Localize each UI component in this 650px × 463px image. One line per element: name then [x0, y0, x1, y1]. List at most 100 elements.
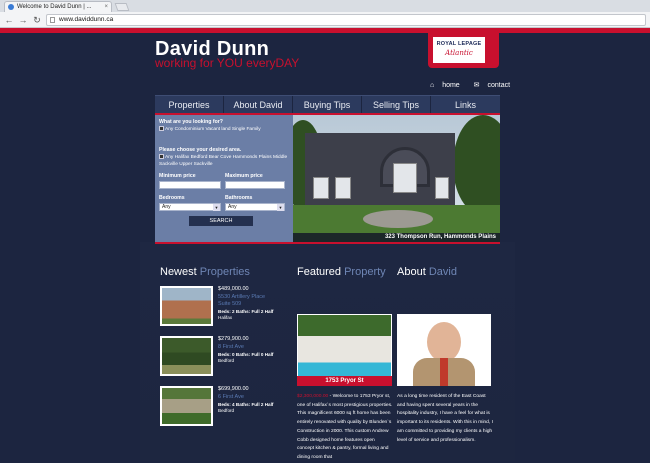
listing-area: Halifax: [218, 315, 233, 320]
hero-window: [313, 177, 329, 199]
bedrooms-value: Any: [162, 204, 171, 210]
max-price-input[interactable]: [225, 181, 285, 189]
reload-icon[interactable]: ↻: [31, 14, 43, 26]
checkbox-icon[interactable]: [159, 126, 164, 132]
bathrooms-label: Bathrooms: [225, 195, 253, 201]
listing-item[interactable]: $279,900.00 8 First Ave Beds: 0 Baths: F…: [160, 336, 290, 386]
address-bar[interactable]: www.daviddunn.ca: [46, 14, 646, 26]
portrait-tie: [440, 358, 448, 386]
listing-address[interactable]: 6 First Ave: [218, 394, 288, 401]
address-line1: 6 First Ave: [218, 394, 244, 400]
listing-meta: Beds: 0 Baths: Full 0 Half Bedford: [218, 352, 290, 364]
address-line2: Suite 509: [218, 301, 242, 307]
listing-item[interactable]: $699,900.00 6 First Ave Beds: 4 Baths: F…: [160, 386, 290, 436]
top-red-bar: [0, 28, 650, 33]
listing-address[interactable]: 5530 Artillery Place Suite 509: [218, 294, 288, 308]
nav-buying-tips[interactable]: Buying Tips: [293, 96, 362, 114]
about-description: As a long time resident of the East Coas…: [397, 394, 493, 443]
title-highlight: David: [428, 266, 457, 278]
new-tab-button[interactable]: [114, 3, 130, 11]
nav-about-david[interactable]: About David: [224, 96, 293, 114]
search-button[interactable]: SEARCH: [189, 216, 253, 226]
listing-price: $489,000.00: [218, 286, 249, 292]
royal-lepage-logo[interactable]: ROYAL LEPAGE Atlantic: [428, 33, 499, 68]
listing-area: Bedford: [218, 408, 235, 413]
listing-beds-baths: Beds: 4 Baths: Full 2 Half: [218, 402, 274, 407]
listing-price: $699,900.00: [218, 386, 249, 392]
featured-text: - Welcome to 1753 Pryor st, one of Halif…: [297, 394, 393, 460]
main-nav: Properties About David Buying Tips Selli…: [155, 95, 500, 114]
tab-title: Welcome to David Dunn | ...: [17, 4, 92, 10]
area-text: Any Halifax Bedford Bear Cove Hammonds P…: [159, 155, 288, 167]
listing-photo[interactable]: [160, 386, 213, 426]
back-arrow-icon[interactable]: ←: [3, 14, 15, 26]
home-link[interactable]: ⌂ home: [430, 82, 466, 89]
hero-caption[interactable]: 323 Thompson Run, Hammonds Plains: [293, 233, 500, 242]
hero-underline: [155, 242, 500, 244]
listing-beds-baths: Beds: 0 Baths: Full 0 Half: [218, 352, 274, 357]
featured-property-title: Featured Property: [297, 266, 386, 278]
listing-area: Bedford: [218, 358, 235, 363]
hero-house: [305, 133, 455, 205]
property-type-text: Any Condominium Vacant land Single Famil…: [165, 127, 261, 132]
title-highlight: Properties: [199, 266, 250, 278]
hero-window: [335, 177, 351, 199]
page-icon: [50, 17, 55, 23]
about-david-title: About David: [397, 266, 457, 278]
browser-tab-bar: Welcome to David Dunn | ... ×: [0, 0, 650, 12]
listing-meta: Beds: 2 Baths: Full 2 Half Halifax: [218, 309, 290, 321]
title-part: Featured: [297, 266, 342, 278]
forward-arrow-icon[interactable]: →: [17, 14, 29, 26]
listing-photo[interactable]: [160, 286, 213, 326]
listing-meta: Beds: 4 Baths: Full 2 Half Bedford: [218, 402, 290, 414]
listing-beds-baths: Beds: 2 Baths: Full 2 Half: [218, 309, 274, 314]
hero-driveway: [363, 210, 433, 228]
listing-photo[interactable]: [160, 336, 213, 376]
title-part: About: [397, 266, 426, 278]
favicon-icon: [8, 4, 14, 10]
hero-image[interactable]: 323 Thompson Run, Hammonds Plains: [293, 115, 500, 242]
featured-description: $2,300,000.00 - Welcome to 1753 Pryor st…: [297, 393, 393, 463]
chevron-down-icon: ▼: [277, 204, 284, 211]
listing-item[interactable]: $489,000.00 5530 Artillery Place Suite 50…: [160, 286, 290, 336]
bathrooms-select[interactable]: Any ▼: [225, 203, 285, 211]
bathrooms-value: Any: [228, 204, 237, 210]
mail-icon: ✉: [473, 82, 480, 89]
title-highlight: Property: [344, 266, 386, 278]
featured-caption[interactable]: 1753 Pryor St: [297, 376, 392, 386]
hero-window: [435, 177, 449, 199]
site-tagline: working for YOU everyDAY: [155, 56, 300, 70]
contact-link[interactable]: ✉ contact: [474, 81, 516, 89]
logo-line2: Atlantic: [445, 49, 473, 57]
bedrooms-select[interactable]: Any ▼: [159, 203, 221, 211]
max-price-label: Maximum price: [225, 173, 263, 179]
nav-links[interactable]: Links: [431, 96, 500, 114]
nav-properties[interactable]: Properties: [155, 96, 224, 114]
title-part: Newest: [160, 266, 197, 278]
hero-window: [393, 163, 417, 193]
address-line1: 8 First Ave: [218, 344, 244, 350]
nav-selling-tips[interactable]: Selling Tips: [362, 96, 431, 114]
min-price-input[interactable]: [159, 181, 221, 189]
home-link-label: home: [442, 82, 460, 89]
address-line1: 5530 Artillery Place: [218, 294, 266, 300]
listing-address[interactable]: 8 First Ave: [218, 344, 288, 351]
property-type-options[interactable]: Any Condominium Vacant land Single Famil…: [159, 126, 289, 133]
browser-tab[interactable]: Welcome to David Dunn | ... ×: [4, 1, 112, 12]
search-area-label: Please choose your desired area.: [159, 147, 242, 153]
logo-line1: ROYAL LEPAGE: [436, 41, 482, 47]
contact-link-label: contact: [487, 82, 511, 89]
browser-toolbar: ← → ↻ www.daviddunn.ca: [0, 12, 650, 28]
listing-price: $279,900.00: [218, 336, 249, 342]
top-links: ⌂ home ✉ contact: [430, 81, 522, 89]
search-type-label: What are you looking for?: [159, 119, 223, 125]
david-portrait: [397, 314, 491, 386]
close-tab-icon[interactable]: ×: [104, 2, 108, 12]
url-text: www.daviddunn.ca: [59, 16, 114, 23]
home-icon: ⌂: [430, 82, 435, 89]
portrait-face: [427, 322, 461, 362]
area-options[interactable]: Any Halifax Bedford Bear Cove Hammonds P…: [159, 154, 289, 168]
newest-properties-title: Newest Properties: [160, 266, 250, 278]
website: David Dunn working for YOU everyDAY ROYA…: [0, 28, 650, 461]
checkbox-icon[interactable]: [159, 154, 164, 160]
